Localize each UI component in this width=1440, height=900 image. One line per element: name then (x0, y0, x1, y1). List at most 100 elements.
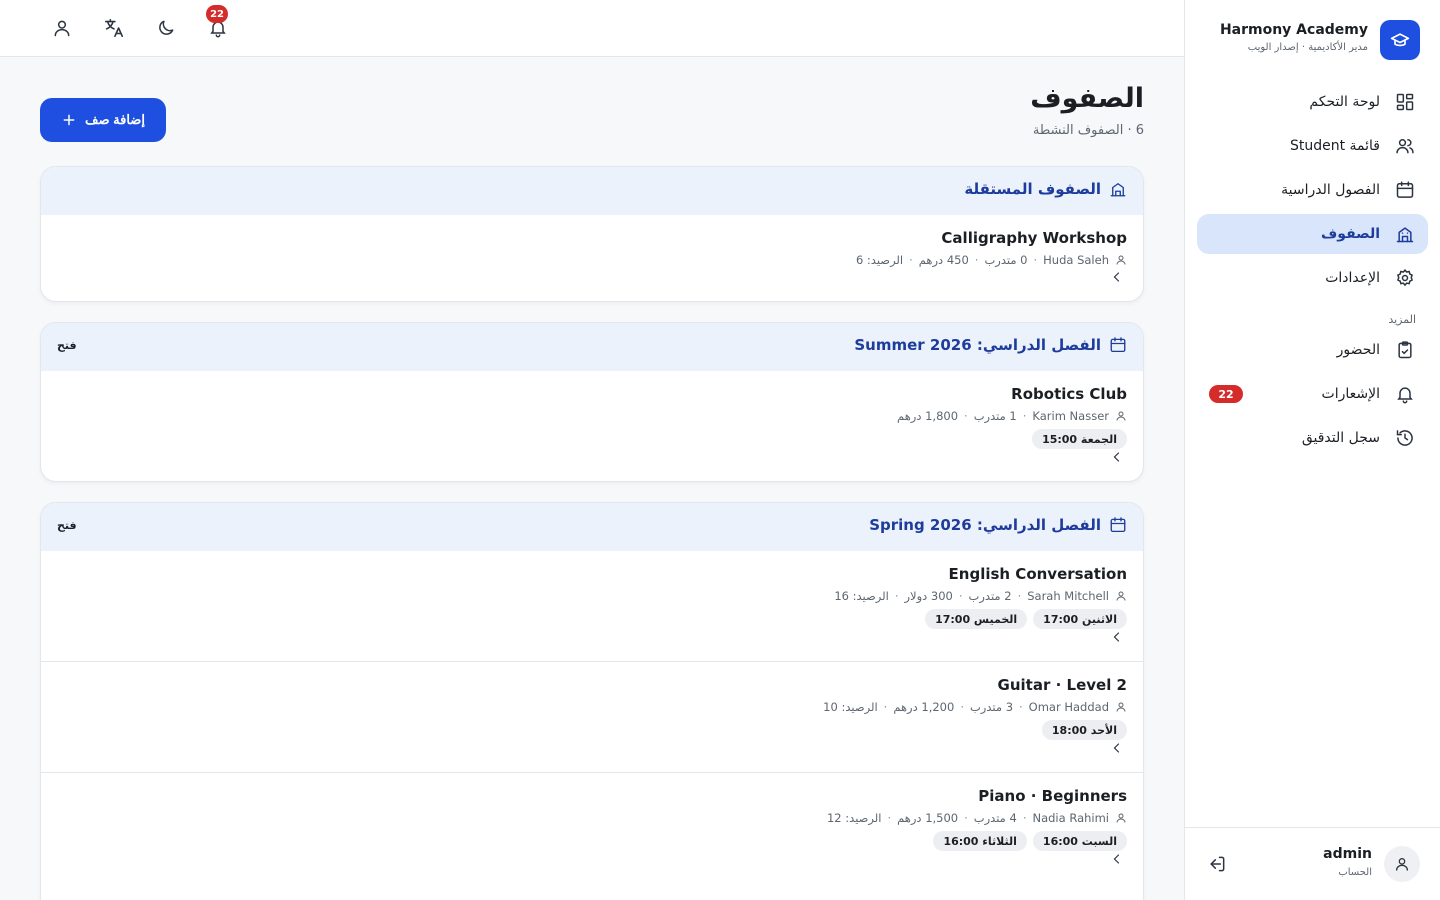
sidebar-item-label: الإشعارات (1321, 386, 1380, 402)
sidebar: Harmony Academy مدير الأكاديمية · إصدار … (1184, 0, 1440, 900)
separator: · (958, 589, 963, 603)
class-meta: Huda Saleh · 0 متدرب · 450 درهم · الرصيد… (856, 253, 1127, 267)
calendar-icon (1109, 336, 1127, 354)
calendar-icon (1394, 179, 1416, 201)
notifications-button[interactable]: 22 (206, 5, 230, 40)
class-trainees: 0 متدرب (984, 253, 1028, 267)
class-teacher: Huda Saleh (1043, 253, 1109, 267)
schedule-chip: الأحد 18:00 (1041, 720, 1127, 740)
notification-count-badge: 22 (1209, 385, 1243, 403)
sidebar-item-classes[interactable]: الصفوف (1197, 214, 1428, 254)
class-price: 1,500 درهم (897, 811, 959, 825)
class-name: Calligraphy Workshop (941, 229, 1127, 247)
history-icon (1394, 427, 1416, 449)
sidebar-item-dashboard[interactable]: لوحة التحكم (1197, 82, 1428, 122)
class-group-spring-2026: الفصل الدراسي: Spring 2026 فتح English C… (40, 502, 1144, 900)
notification-count-badge: 22 (206, 5, 228, 23)
group-title-label: الصفوف المستقلة (964, 180, 1101, 198)
gear-icon (1394, 267, 1416, 289)
class-row[interactable]: Calligraphy Workshop Huda Saleh · 0 متدر… (41, 215, 1143, 301)
sidebar-item-label: الفصول الدراسية (1281, 182, 1380, 198)
bell-icon (1394, 383, 1416, 405)
person-icon (1115, 410, 1127, 422)
schedule-chip: الجمعة 15:00 (1032, 429, 1127, 449)
class-row[interactable]: English Conversation Sarah Mitchell · 2 … (41, 551, 1143, 662)
person-icon (1115, 254, 1127, 266)
sidebar-item-terms[interactable]: الفصول الدراسية (1197, 170, 1428, 210)
sidebar-item-audit-log[interactable]: سجل التدقيق (1197, 418, 1428, 458)
class-row[interactable]: Piano · Beginners Nadia Rahimi · 4 متدرب… (41, 773, 1143, 884)
school-icon (1394, 223, 1416, 245)
open-term-link[interactable]: فتح (57, 339, 77, 352)
class-teacher: Karim Nasser (1032, 409, 1109, 423)
separator: · (1022, 811, 1027, 825)
avatar[interactable] (1384, 846, 1420, 882)
class-meta: Nadia Rahimi · 4 متدرب · 1,500 درهم · ال… (827, 811, 1127, 825)
sidebar-item-label: قائمة Student (1289, 138, 1380, 154)
class-price: 300 دولار (904, 589, 953, 603)
open-term-link[interactable]: فتح (57, 519, 77, 532)
dark-mode-icon[interactable] (154, 16, 178, 40)
main-content: الصفوف 6 · الصفوف النشطة إضافة صف الصفوف… (0, 57, 1184, 900)
sidebar-item-students[interactable]: قائمة Student (1197, 126, 1428, 166)
class-balance: الرصيد: 10 (823, 700, 878, 714)
chevron-left-icon (1111, 631, 1123, 643)
class-price: 1,200 درهم (893, 700, 955, 714)
class-trainees: 1 متدرب (973, 409, 1017, 423)
schedule-chips: السبت 16:00 الثلاثاء 16:00 (933, 831, 1127, 851)
sidebar-item-label: سجل التدقيق (1301, 430, 1380, 446)
separator: · (887, 811, 892, 825)
separator: · (1019, 700, 1023, 714)
sidebar-section-more: المزيد (1388, 313, 1416, 326)
group-title: الفصل الدراسي: Summer 2026 (854, 336, 1127, 354)
logout-icon[interactable] (1205, 852, 1229, 876)
account-name: admin (1323, 846, 1372, 862)
brand: Harmony Academy مدير الأكاديمية · إصدار … (1205, 20, 1420, 60)
sidebar-item-notifications[interactable]: الإشعارات 22 (1197, 374, 1428, 414)
topbar: 22 (0, 0, 1184, 57)
class-name: Piano · Beginners (978, 787, 1127, 805)
sidebar-item-settings[interactable]: الإعدادات (1197, 258, 1428, 298)
class-teacher: Nadia Rahimi (1032, 811, 1109, 825)
group-header: الفصل الدراسي: Spring 2026 فتح (41, 503, 1143, 551)
class-price: 450 درهم (918, 253, 969, 267)
sidebar-item-label: الصفوف (1321, 226, 1380, 242)
chevron-left-icon (1111, 451, 1123, 463)
graduation-cap-icon (1380, 20, 1420, 60)
chevron-left-icon (1111, 271, 1123, 283)
separator: · (964, 409, 968, 423)
class-group-standalone: الصفوف المستقلة Calligraphy Workshop Hud… (40, 166, 1144, 302)
group-title: الصفوف المستقلة (964, 180, 1127, 198)
group-header: الفصل الدراسي: Summer 2026 فتح (41, 323, 1143, 371)
chevron-left-icon (1111, 742, 1123, 754)
schedule-chip: السبت 16:00 (1032, 831, 1127, 851)
class-teacher: Omar Haddad (1028, 700, 1109, 714)
person-icon (1115, 701, 1127, 713)
sidebar-item-label: الحضور (1336, 342, 1380, 358)
add-class-button[interactable]: إضافة صف (40, 98, 166, 142)
group-title: الفصل الدراسي: Spring 2026 (869, 516, 1127, 534)
dashboard-icon (1394, 91, 1416, 113)
group-title-label: الفصل الدراسي: Summer 2026 (854, 336, 1101, 354)
class-balance: الرصيد: 12 (826, 811, 882, 825)
separator: · (909, 253, 913, 267)
schedule-chip: الاثنين 17:00 (1033, 609, 1127, 629)
class-trainees: 3 متدرب (969, 700, 1014, 714)
person-icon (1115, 590, 1127, 602)
sidebar-item-label: لوحة التحكم (1309, 94, 1380, 110)
user-profile-icon[interactable] (50, 16, 74, 40)
clipboard-icon (1394, 339, 1416, 361)
class-group-summer-2026: الفصل الدراسي: Summer 2026 فتح Robotics … (40, 322, 1144, 482)
class-teacher: Sarah Mitchell (1027, 589, 1109, 603)
class-meta: Omar Haddad · 3 متدرب · 1,200 درهم · الر… (823, 700, 1127, 714)
class-name: English Conversation (948, 565, 1127, 583)
sidebar-item-label: الإعدادات (1325, 270, 1380, 286)
account-subtitle: الحساب (1338, 867, 1372, 878)
school-icon (1109, 180, 1127, 198)
class-row[interactable]: Robotics Club Karim Nasser · 1 متدرب · 1… (41, 371, 1143, 481)
sidebar-item-attendance[interactable]: الحضور (1197, 330, 1428, 370)
separator: · (1033, 253, 1038, 267)
class-name: Robotics Club (1011, 385, 1127, 403)
language-icon[interactable] (102, 16, 126, 40)
class-row[interactable]: Guitar · Level 2 Omar Haddad · 3 متدرب ·… (41, 662, 1143, 773)
